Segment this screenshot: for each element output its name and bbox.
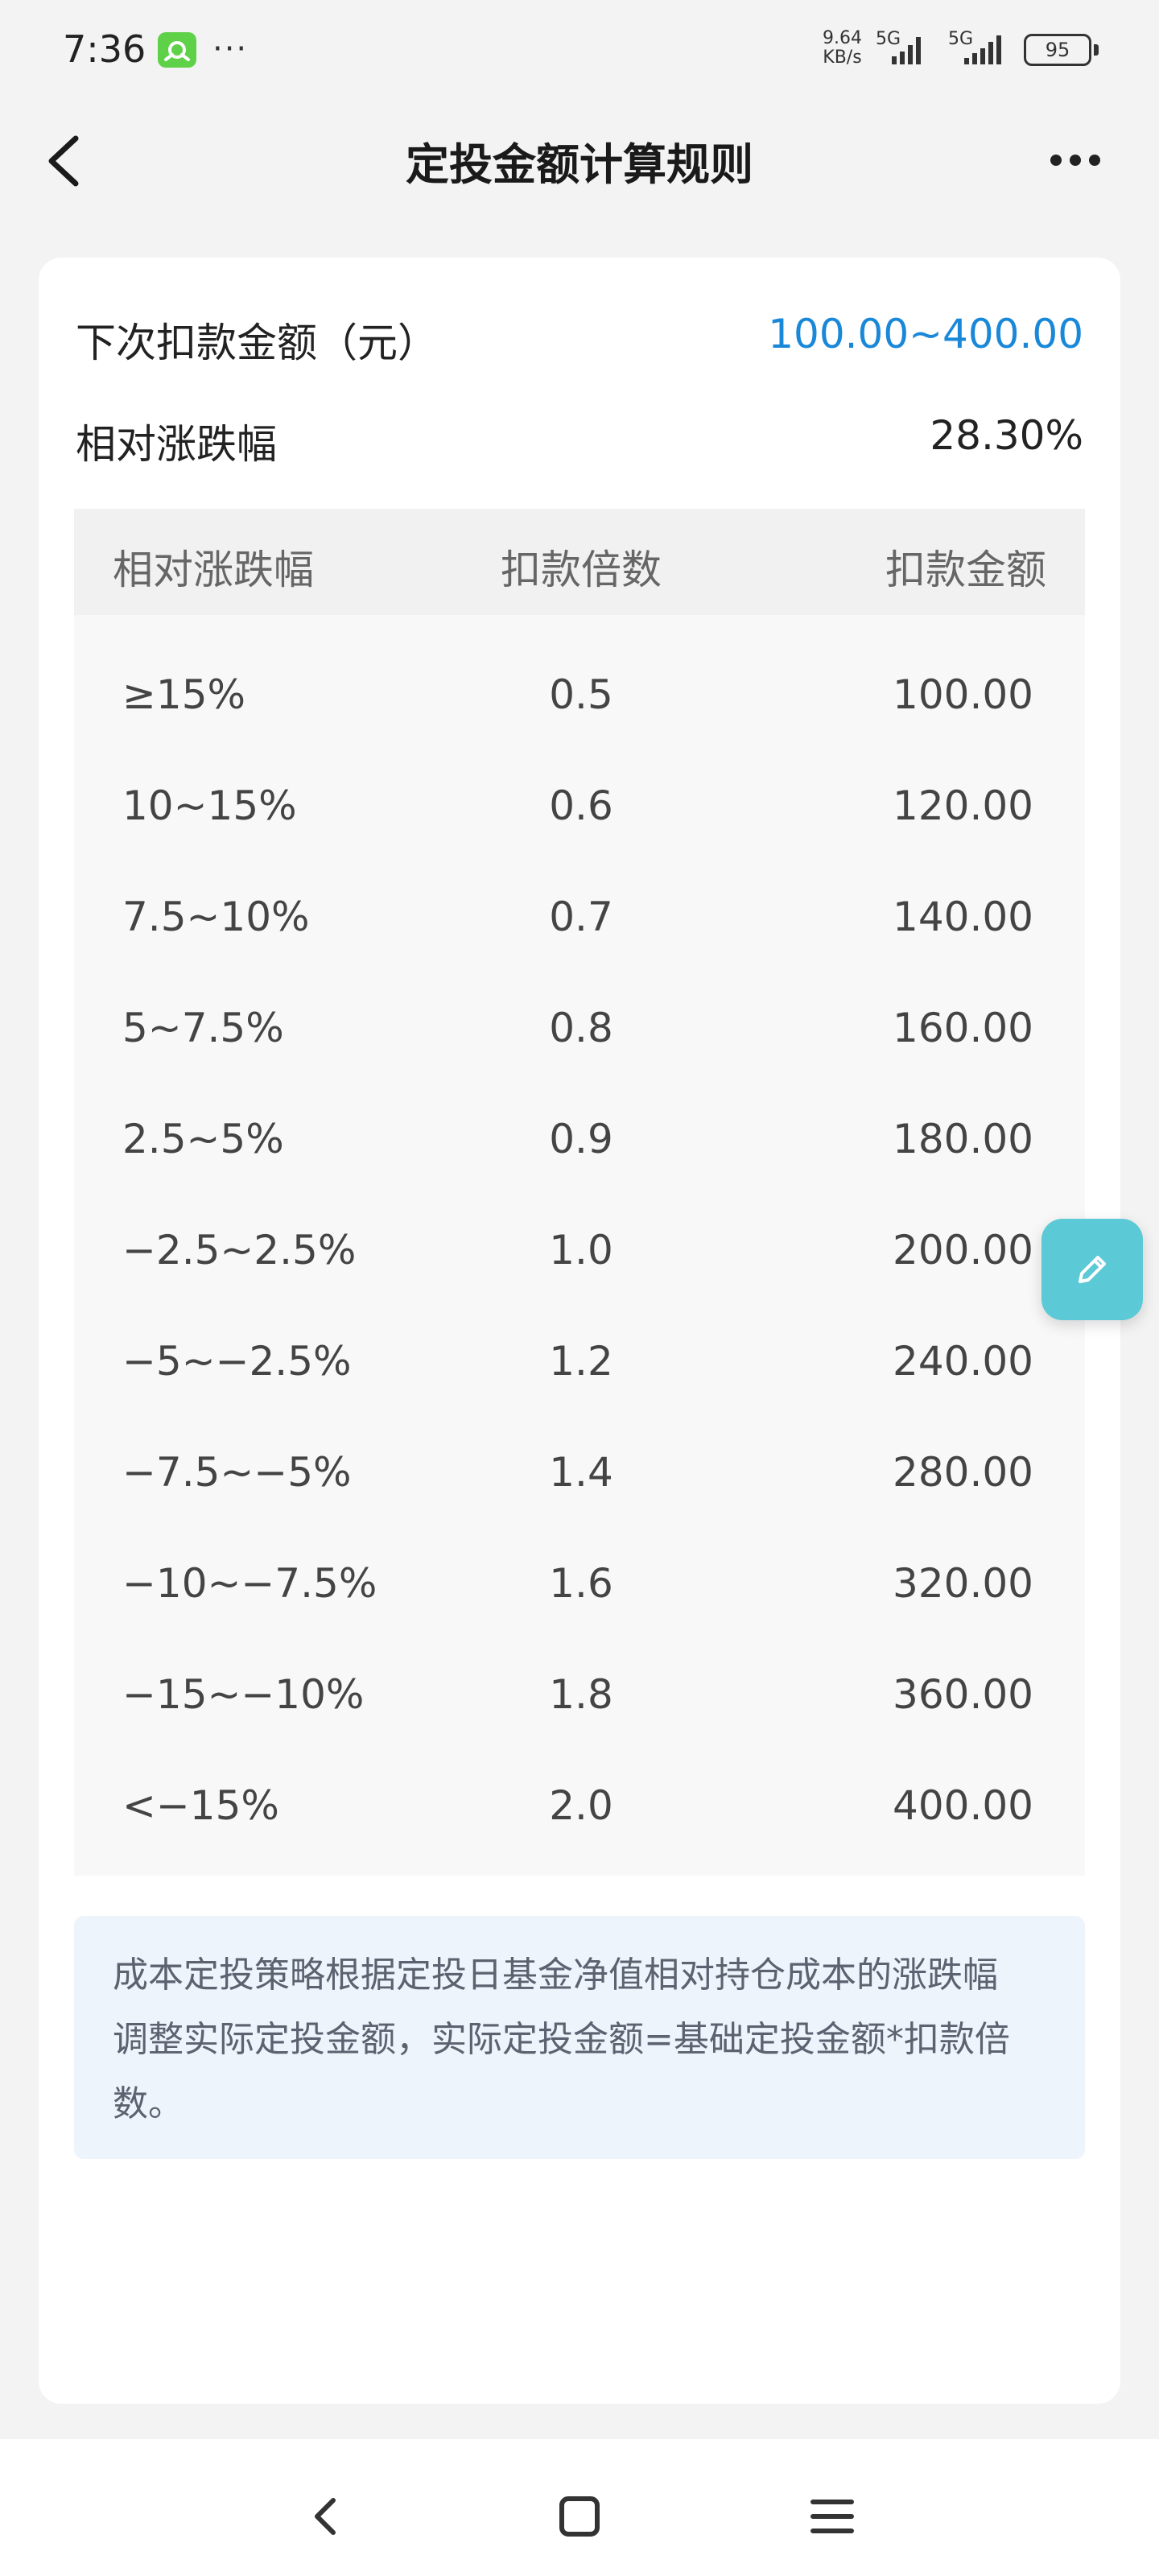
cell-multiplier: 1.8 (549, 1671, 613, 1718)
next-deduction-label: 下次扣款金额（元） (76, 320, 438, 366)
cell-multiplier: 1.4 (549, 1449, 613, 1496)
network-speed-unit: KB/s (823, 47, 862, 68)
relative-change-row: 相对涨跌幅 28.30% (76, 412, 1083, 477)
table-row: −2.5~2.5% 1.0 200.00 (74, 1191, 1085, 1302)
table-header: 相对涨跌幅 扣款倍数 扣款金额 (74, 509, 1085, 615)
nav-home-icon (559, 2496, 600, 2537)
nav-menu-icon (810, 2500, 854, 2533)
cell-amount: 140.00 (893, 894, 1033, 940)
network-speed-value: 9.64 (823, 28, 862, 48)
cell-multiplier: 0.9 (549, 1116, 613, 1162)
cell-multiplier: 0.5 (549, 671, 613, 718)
cell-change: −10~−7.5% (122, 1560, 377, 1607)
cell-change: −15~−10% (122, 1671, 365, 1718)
cell-amount: 240.00 (893, 1338, 1033, 1385)
header-change: 相对涨跌幅 (113, 547, 314, 593)
table-row: −5~−2.5% 1.2 240.00 (74, 1302, 1085, 1414)
cell-multiplier: 0.8 (549, 1005, 613, 1051)
system-nav-bar (0, 2439, 1159, 2576)
cell-multiplier: 0.6 (549, 782, 613, 829)
table-row: −7.5~−5% 1.4 280.00 (74, 1414, 1085, 1525)
cell-multiplier: 1.2 (549, 1338, 613, 1385)
rule-card: 下次扣款金额（元） 100.00~400.00 相对涨跌幅 28.30% 相对涨… (39, 258, 1120, 2404)
status-time: 7:36 (63, 27, 146, 71)
cell-change: −7.5~−5% (122, 1449, 352, 1496)
next-deduction-row: 下次扣款金额（元） 100.00~400.00 (76, 311, 1083, 375)
cell-multiplier: 1.0 (549, 1227, 613, 1274)
cell-change: 5~7.5% (122, 1005, 284, 1051)
table-row: 5~7.5% 0.8 160.00 (74, 969, 1085, 1080)
more-button[interactable] (1046, 140, 1124, 180)
app-notification-icon (158, 32, 196, 68)
note-line: 调整实际定投金额，实际定投金额=基础定投金额*扣款倍 (113, 2019, 1010, 2060)
header: 定投金额计算规则 (0, 100, 1159, 221)
table-row: 2.5~5% 0.9 180.00 (74, 1080, 1085, 1191)
relative-change-value: 28.30% (930, 412, 1083, 459)
table-row: ≥15% 0.5 100.00 (74, 636, 1085, 747)
nav-home-button[interactable] (547, 2484, 612, 2549)
floating-edit-button[interactable] (1041, 1219, 1143, 1320)
battery-icon: 95 (1024, 34, 1099, 66)
table-row: −10~−7.5% 1.6 320.00 (74, 1525, 1085, 1636)
cell-change: <−15% (122, 1782, 279, 1829)
note-line: 数。 (113, 2083, 184, 2124)
table-row: 10~15% 0.6 120.00 (74, 747, 1085, 858)
table-row: <−15% 2.0 400.00 (74, 1747, 1085, 1858)
cell-change: 7.5~10% (122, 894, 310, 940)
rule-table: 相对涨跌幅 扣款倍数 扣款金额 ≥15% 0.5 100.00 10~15% 0… (74, 509, 1085, 1876)
relative-change-label: 相对涨跌幅 (76, 421, 277, 468)
network-speed: 9.64 KB/s (823, 29, 862, 68)
table-row: −15~−10% 1.8 360.00 (74, 1636, 1085, 1747)
signal-label-2: 5G (948, 29, 974, 49)
cell-amount: 100.00 (893, 671, 1033, 718)
table-row: 7.5~10% 0.7 140.00 (74, 858, 1085, 969)
cell-amount: 400.00 (893, 1782, 1033, 1829)
cell-change: −5~−2.5% (122, 1338, 352, 1385)
cell-multiplier: 2.0 (549, 1782, 613, 1829)
more-dots-icon (1050, 155, 1062, 166)
header-multiplier: 扣款倍数 (501, 547, 662, 593)
nav-back-button[interactable] (295, 2484, 359, 2549)
signal-5g-icon-2: 5G (948, 29, 1013, 71)
next-deduction-value: 100.00~400.00 (768, 311, 1083, 357)
note-line: 成本定投策略根据定投日基金净值相对持仓成本的涨跌幅 (113, 1955, 998, 1996)
cell-amount: 320.00 (893, 1560, 1033, 1607)
cell-amount: 280.00 (893, 1449, 1033, 1496)
cell-change: ≥15% (122, 671, 246, 718)
signal-5g-icon: 5G (876, 29, 927, 71)
header-amount: 扣款金额 (885, 547, 1046, 593)
more-dot (1070, 155, 1081, 166)
strategy-note: 成本定投策略根据定投日基金净值相对持仓成本的涨跌幅 调整实际定投金额，实际定投金… (74, 1916, 1085, 2159)
cell-multiplier: 1.6 (549, 1560, 613, 1607)
cell-amount: 120.00 (893, 782, 1033, 829)
nav-menu-button[interactable] (800, 2484, 864, 2549)
cell-amount: 160.00 (893, 1005, 1033, 1051)
cell-multiplier: 0.7 (549, 894, 613, 940)
cell-amount: 180.00 (893, 1116, 1033, 1162)
cell-amount: 360.00 (893, 1671, 1033, 1718)
page-title: 定投金额计算规则 (406, 139, 753, 190)
cell-change: 2.5~5% (122, 1116, 284, 1162)
more-dot (1089, 155, 1100, 166)
cell-change: 10~15% (122, 782, 297, 829)
cell-change: −2.5~2.5% (122, 1227, 357, 1274)
status-more-icon: ··· (212, 31, 249, 68)
pencil-icon (1079, 1256, 1106, 1283)
signal-label: 5G (876, 29, 901, 49)
status-bar: 7:36 ··· 9.64 KB/s 5G 5G 95 (0, 0, 1159, 100)
cell-amount: 200.00 (893, 1227, 1033, 1274)
nav-back-icon (315, 2498, 336, 2535)
